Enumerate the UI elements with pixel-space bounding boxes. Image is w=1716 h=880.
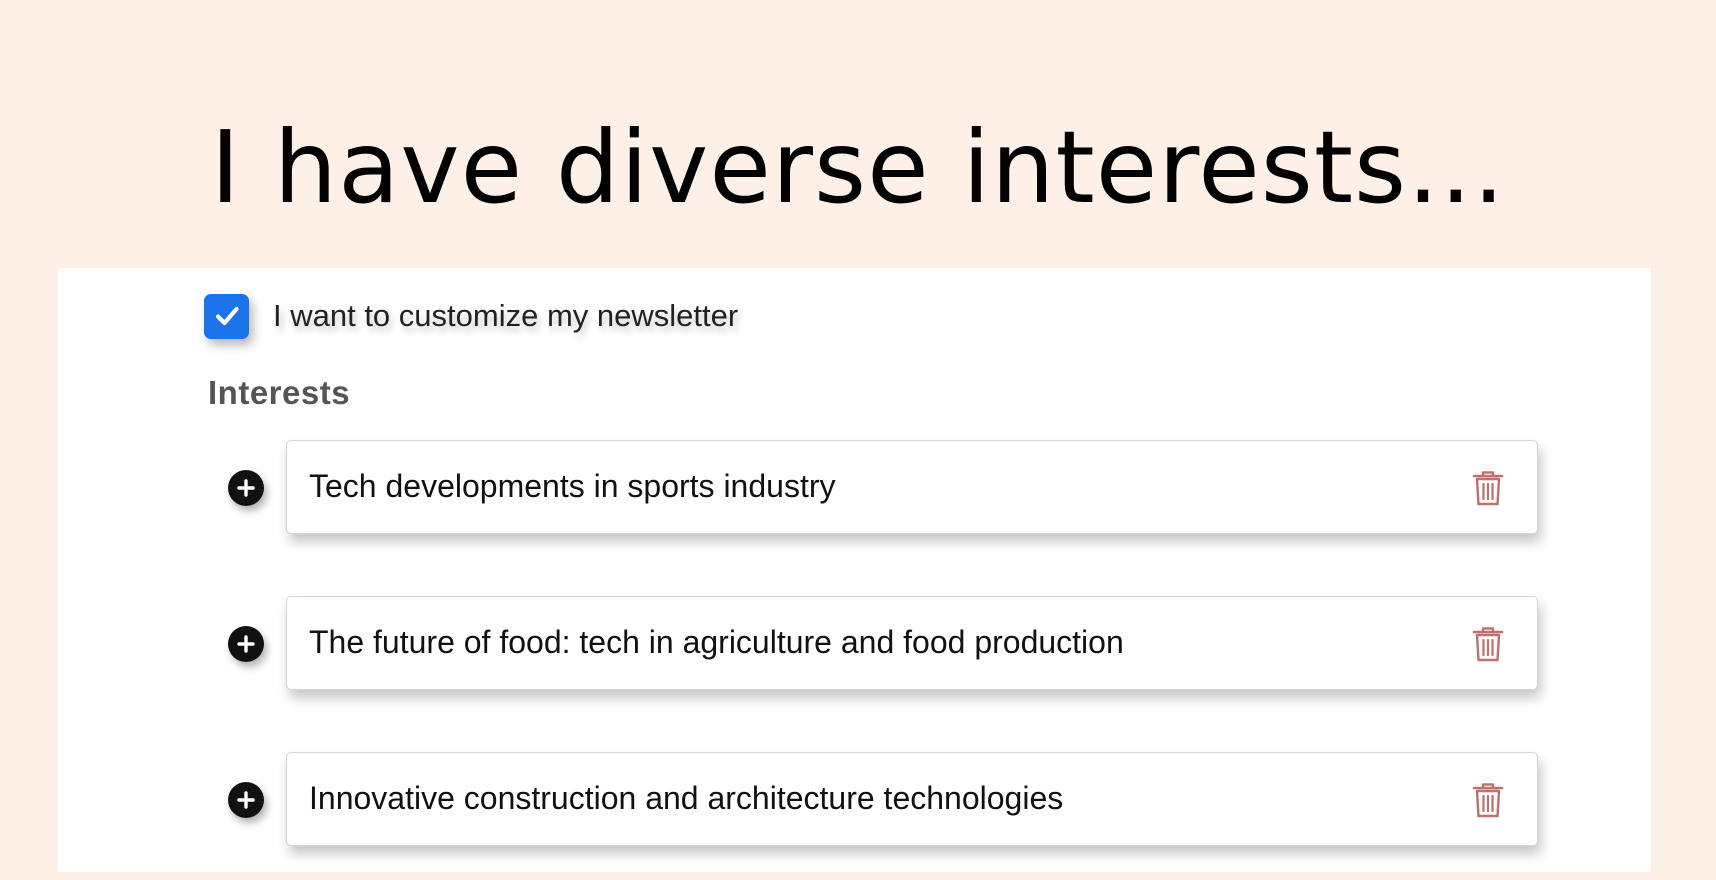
delete-interest-button[interactable] — [1471, 781, 1505, 819]
trash-icon — [1472, 627, 1504, 662]
interest-field-container — [286, 596, 1538, 690]
add-interest-button[interactable] — [228, 470, 264, 506]
interest-input[interactable] — [309, 441, 1409, 532]
customize-newsletter-checkbox[interactable] — [204, 293, 249, 339]
interest-row — [228, 440, 1598, 536]
trash-icon — [1472, 783, 1504, 818]
interest-input[interactable] — [309, 597, 1409, 688]
interest-row — [228, 596, 1598, 692]
delete-interest-button[interactable] — [1471, 625, 1505, 663]
interest-input[interactable] — [309, 753, 1409, 844]
plus-circle-icon — [237, 479, 255, 497]
page-headline: I have diverse interests... — [210, 109, 1506, 226]
add-interest-button[interactable] — [228, 782, 264, 818]
customize-newsletter-row: I want to customize my newsletter — [204, 291, 738, 341]
delete-interest-button[interactable] — [1471, 469, 1505, 507]
trash-icon — [1472, 471, 1504, 506]
interest-field-container — [286, 440, 1538, 534]
interests-heading: Interests — [208, 374, 351, 411]
checkmark-icon — [215, 306, 239, 326]
customize-newsletter-label: I want to customize my newsletter — [273, 298, 739, 333]
add-interest-button[interactable] — [228, 626, 264, 662]
plus-circle-icon — [237, 635, 255, 653]
plus-circle-icon — [237, 791, 255, 809]
interest-field-container — [286, 752, 1538, 846]
newsletter-form-panel: I want to customize my newsletter Intere… — [58, 268, 1651, 872]
interest-row — [228, 752, 1598, 848]
